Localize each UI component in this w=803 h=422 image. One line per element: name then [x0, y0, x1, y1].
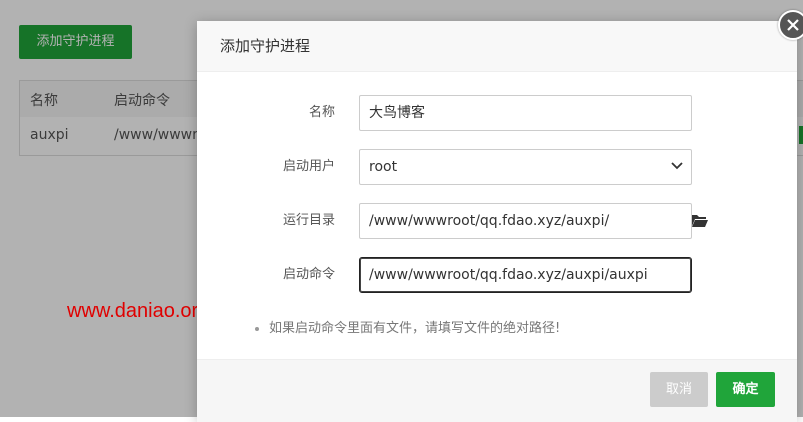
chevron-down-icon: [671, 162, 683, 170]
dir-input[interactable]: /www/wwwroot/qq.fdao.xyz/auxpi/: [359, 203, 692, 239]
form-row-user: 启动用户 root: [197, 149, 797, 185]
user-label: 启动用户: [282, 159, 335, 174]
cancel-button[interactable]: 取消: [650, 372, 708, 407]
dir-label: 运行目录: [282, 213, 335, 228]
hint-text: 如果启动命令里面有文件，请填写文件的绝对路径!: [255, 317, 560, 336]
user-select-value: root: [369, 159, 398, 175]
cmd-input[interactable]: /www/wwwroot/qq.fdao.xyz/auxpi/auxpi: [359, 257, 692, 293]
dialog-title: 添加守护进程: [197, 21, 797, 72]
name-input[interactable]: 大鸟博客: [359, 95, 692, 131]
user-select[interactable]: root: [359, 149, 692, 185]
watermark: www.daniao.org: [67, 300, 210, 322]
close-button[interactable]: [778, 10, 803, 40]
confirm-button[interactable]: 确定: [716, 372, 775, 407]
form-row-name: 名称 大鸟博客: [197, 95, 797, 131]
form-row-cmd: 启动命令 /www/wwwroot/qq.fdao.xyz/auxpi/auxp…: [197, 257, 797, 293]
dialog-footer: 取消 确定: [197, 359, 797, 422]
hint-label: 如果启动命令里面有文件，请填写文件的绝对路径!: [269, 321, 561, 336]
close-icon: [787, 19, 799, 31]
bullet-icon: [255, 326, 259, 331]
add-daemon-dialog: 添加守护进程 名称 大鸟博客 启动用户 root 运行目录 /www/wwwro…: [197, 21, 797, 422]
name-label: 名称: [308, 105, 335, 120]
folder-open-icon[interactable]: [691, 213, 709, 228]
form-row-dir: 运行目录 /www/wwwroot/qq.fdao.xyz/auxpi/: [197, 203, 797, 239]
cmd-label: 启动命令: [282, 267, 335, 282]
